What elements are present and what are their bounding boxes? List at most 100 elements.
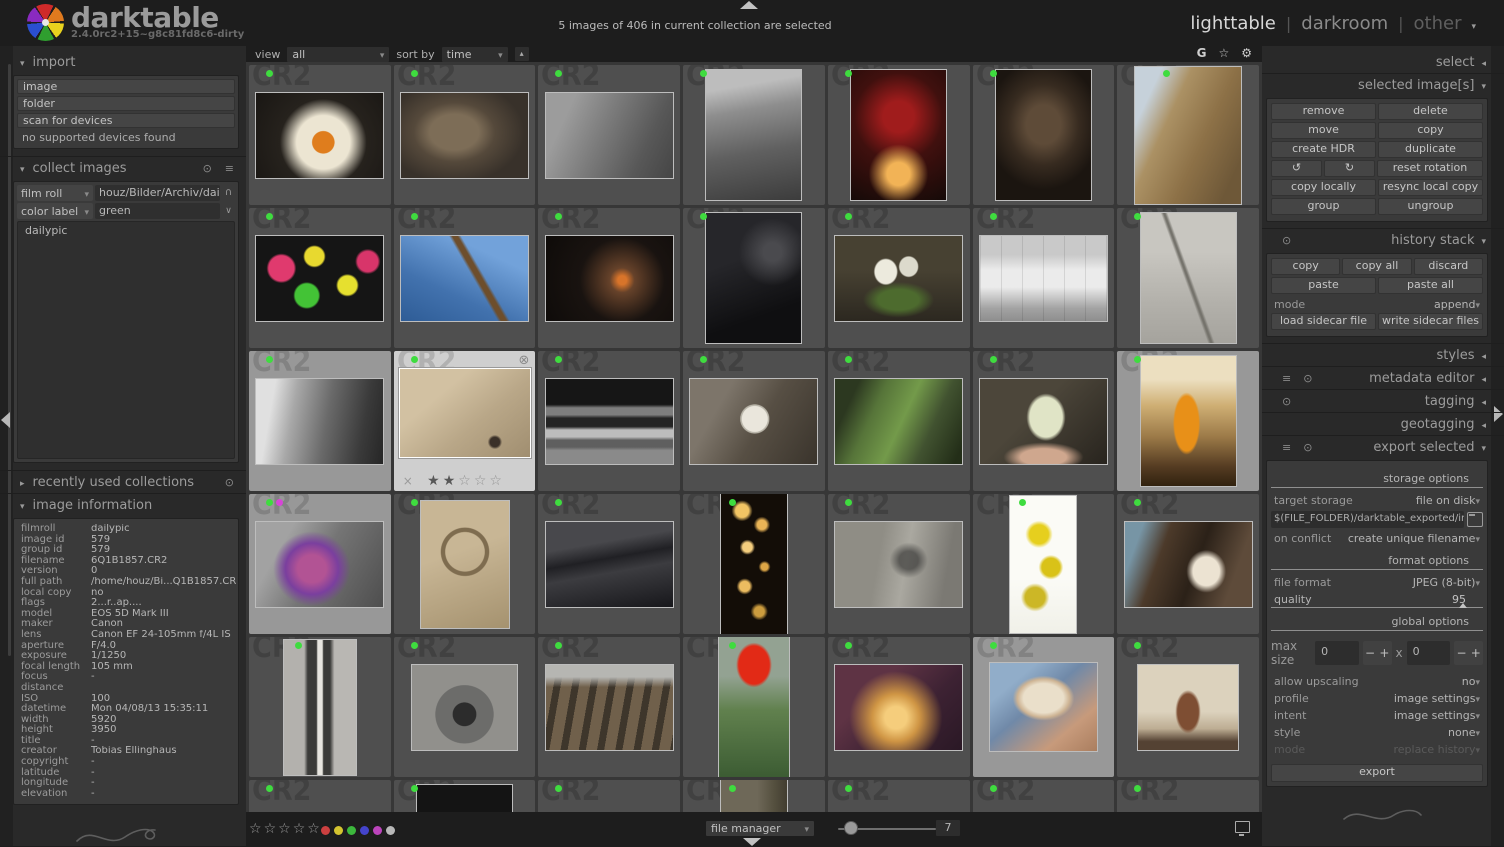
- collect-rule-value-input[interactable]: houz/Bilder/Archiv/dailypic: [95, 185, 220, 201]
- reset-rotation-button[interactable]: reset rotation: [1376, 160, 1483, 177]
- mode-other[interactable]: other: [1414, 13, 1462, 34]
- thumbnail-pear-in-hand[interactable]: CR2: [972, 351, 1115, 491]
- thumbnail-lufthansa-relief[interactable]: CR2: [393, 494, 536, 634]
- collect-rule-mode-dropdown[interactable]: film roll: [17, 185, 93, 201]
- folder-picker-icon[interactable]: [1467, 512, 1483, 527]
- thumbnail-wild-boar[interactable]: CR2: [972, 65, 1115, 205]
- thumbnail-skateboarder-bw[interactable]: CR2: [249, 351, 391, 491]
- button-discard[interactable]: discard: [1413, 258, 1483, 275]
- reset-icon[interactable]: [1303, 441, 1312, 454]
- import-section-header[interactable]: import: [0, 51, 246, 73]
- thumbnail-wall-crack[interactable]: CR2: [1117, 208, 1259, 348]
- button-remove[interactable]: remove: [1271, 103, 1376, 120]
- mode-lighttable[interactable]: lighttable: [1190, 13, 1275, 34]
- export-section-header[interactable]: export selected: [1262, 435, 1504, 458]
- narrow-down-icon[interactable]: [222, 185, 235, 201]
- button-load-sidecar-file[interactable]: load sidecar file: [1271, 313, 1376, 330]
- width-stepper[interactable]: − +: [1362, 641, 1392, 665]
- sort-dropdown[interactable]: time: [441, 46, 508, 62]
- button-ungroup[interactable]: ungroup: [1378, 198, 1483, 215]
- thumbnail-graffiti-wall[interactable]: CR2: [827, 494, 970, 634]
- metadata-editor-header[interactable]: metadata editor: [1262, 366, 1504, 389]
- reset-icon[interactable]: [203, 162, 212, 175]
- overlays-star-icon[interactable]: ☆: [1218, 46, 1229, 60]
- thumbnail-pink-hair[interactable]: CR2: [249, 494, 391, 634]
- thumbnail-pending-2[interactable]: CR2: [538, 780, 681, 812]
- rating-filter-star-icon[interactable]: ☆: [249, 821, 262, 837]
- thumbnail-pending-4[interactable]: CR2: [972, 780, 1115, 812]
- history-mode-row[interactable]: mode append: [1271, 296, 1483, 313]
- reset-icon[interactable]: [225, 476, 234, 489]
- button-copy[interactable]: copy: [1271, 258, 1341, 275]
- thumbnail-ornate-portal[interactable]: CR2: [1117, 637, 1259, 777]
- button-paste[interactable]: paste: [1271, 277, 1376, 294]
- thumbnail-shingle-roof[interactable]: CR2: [538, 637, 681, 777]
- button-write-sidecar-files[interactable]: write sidecar files: [1378, 313, 1483, 330]
- thumbnail-crocus-flowers[interactable]: CR2: [827, 208, 970, 348]
- button-scan-for-devices[interactable]: scan for devices: [17, 113, 235, 128]
- rotate-cw-button[interactable]: ↻: [1323, 160, 1375, 177]
- button-create-hdr[interactable]: create HDR: [1271, 141, 1376, 158]
- thumbnail-fabric-seam[interactable]: CR2: [538, 494, 681, 634]
- preferences-gear-icon[interactable]: ⚙: [1241, 46, 1252, 60]
- layout-mode-dropdown[interactable]: file manager: [706, 821, 814, 836]
- history-stack-header[interactable]: history stack: [1262, 228, 1504, 251]
- left-panel-collapse-arrow[interactable]: [1, 412, 10, 428]
- intent-row[interactable]: intent image settings: [1271, 707, 1483, 724]
- profile-row[interactable]: profile image settings: [1271, 690, 1483, 707]
- zoom-slider-handle[interactable]: [844, 821, 858, 835]
- thumbnail-red-tulip[interactable]: CR2: [683, 637, 825, 777]
- thumbnail-round-sign-fence[interactable]: CR2: [683, 351, 825, 491]
- button-delete[interactable]: delete: [1378, 103, 1483, 120]
- display-profile-icon[interactable]: [1235, 821, 1250, 836]
- thumbnail-stone-rabbit[interactable]: CR2: [393, 65, 536, 205]
- tagging-section-header[interactable]: tagging: [1262, 389, 1504, 412]
- thumbnail-arch-relief-bw[interactable]: CR2: [393, 637, 536, 777]
- reset-icon[interactable]: [1303, 372, 1312, 385]
- file-format-row[interactable]: file format JPEG (8-bit): [1271, 574, 1483, 591]
- thumbnail-stone-archway-bw[interactable]: CR2: [249, 637, 391, 777]
- thumbnail-staircase-bw[interactable]: CR2: [683, 65, 825, 205]
- reject-icon[interactable]: ×: [403, 474, 413, 488]
- geotagging-section-header[interactable]: geotagging: [1262, 412, 1504, 435]
- image-info-header[interactable]: image information: [0, 493, 246, 516]
- left-scrollbar[interactable]: [8, 64, 11, 656]
- thumbnail-fern[interactable]: CR2: [827, 351, 970, 491]
- grouping-icon[interactable]: G: [1197, 46, 1207, 60]
- thumbnail-pending-1[interactable]: CR2: [249, 780, 391, 812]
- rating-star-icon[interactable]: ★: [443, 473, 456, 489]
- sort-direction-button[interactable]: [514, 47, 529, 61]
- button-duplicate[interactable]: duplicate: [1378, 141, 1483, 158]
- view-dropdown[interactable]: all: [287, 46, 390, 62]
- top-panel-collapse-arrow[interactable]: [740, 1, 758, 9]
- thumbnail-fried-egg[interactable]: CR2: [249, 65, 391, 205]
- thumbnail-wooden-post[interactable]: CR2: [683, 780, 825, 812]
- rating-star-icon[interactable]: ☆: [489, 473, 502, 489]
- max-width-input[interactable]: 0: [1315, 641, 1359, 665]
- color-filter-dot[interactable]: [373, 826, 382, 835]
- button-move[interactable]: move: [1271, 122, 1376, 139]
- thumbnail-shell-in-hands[interactable]: CR2: [972, 637, 1115, 777]
- selected-images-header[interactable]: selected image[s]: [1262, 73, 1504, 96]
- modes-dropdown-icon[interactable]: [1471, 13, 1476, 34]
- rating-filter-star-icon[interactable]: ☆: [293, 821, 306, 837]
- height-stepper[interactable]: − +: [1454, 641, 1483, 665]
- rating-star-icon[interactable]: ☆: [474, 473, 487, 489]
- thumbnail-red-lantern[interactable]: CR2: [827, 65, 970, 205]
- thumbnail-candle-jar[interactable]: CR2: [827, 637, 970, 777]
- thumbnail-subway-platform-bw[interactable]: CR2: [538, 351, 681, 491]
- thumbnail-stone-wall-climber[interactable]: CR2×★★☆☆☆: [393, 351, 536, 491]
- presets-icon[interactable]: [225, 162, 234, 175]
- export-path-input[interactable]: $(FILE_FOLDER)/darktable_exported/img_: [1271, 511, 1464, 528]
- presets-icon[interactable]: [1282, 441, 1291, 454]
- collect-section-header[interactable]: collect images: [0, 156, 246, 179]
- thumbnail-candle-bokeh[interactable]: CR2: [683, 494, 825, 634]
- thumbnail-orange-juice[interactable]: CR2: [1117, 351, 1259, 491]
- rating-filter-star-icon[interactable]: ☆: [307, 821, 320, 837]
- button-group[interactable]: group: [1271, 198, 1376, 215]
- export-button[interactable]: export: [1271, 764, 1483, 782]
- collect-rule-mode-dropdown[interactable]: color label: [17, 203, 93, 219]
- quality-slider[interactable]: quality 95: [1271, 591, 1483, 608]
- rating-star-icon[interactable]: ☆: [458, 473, 471, 489]
- button-copy-locally[interactable]: copy locally: [1271, 179, 1376, 196]
